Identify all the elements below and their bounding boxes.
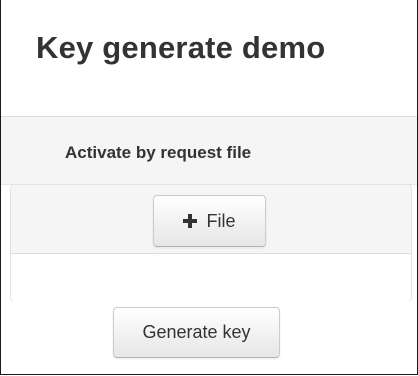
file-list-area [11, 253, 411, 302]
add-file-button-label: File [206, 210, 236, 231]
page-title: Key generate demo [36, 30, 326, 65]
plus-icon [183, 214, 198, 228]
generate-key-button[interactable]: Generate key [113, 307, 280, 358]
section-header-label: Activate by request file [65, 143, 252, 162]
section-header: Activate by request file [1, 116, 417, 185]
add-file-button[interactable]: File [153, 195, 266, 247]
window-frame: Key generate demo Activate by request fi… [0, 0, 418, 375]
file-upload-panel: File [10, 184, 412, 302]
